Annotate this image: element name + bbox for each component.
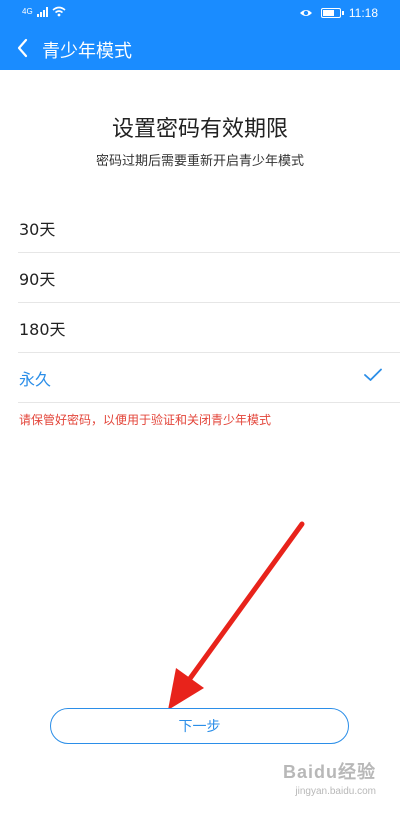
chevron-left-icon	[17, 38, 28, 58]
section-heading: 设置密码有效期限	[111, 117, 288, 142]
page-title: 青少年模式	[42, 41, 132, 62]
app-header: 4G 11:18 青少年模式	[0, 0, 400, 70]
option-label: 永久	[19, 370, 52, 389]
option-permanent[interactable]: 永久	[0, 353, 400, 403]
password-note: 请保管好密码，以便用于验证和关闭青少年模式	[19, 413, 272, 427]
signal-icon	[36, 6, 48, 17]
expiry-options: 30天 90天 180天 永久	[0, 203, 400, 403]
next-button[interactable]: 下一步	[50, 708, 349, 744]
check-icon	[364, 368, 382, 381]
option-180-days[interactable]: 180天	[0, 303, 400, 353]
option-90-days[interactable]: 90天	[0, 253, 400, 303]
back-button[interactable]	[12, 33, 42, 63]
status-time: 11:18	[348, 6, 378, 20]
watermark-url: jingyan.baidu.com	[295, 786, 376, 797]
option-label: 30天	[19, 220, 56, 239]
wifi-icon	[52, 6, 66, 17]
status-bar: 4G 11:18	[0, 0, 400, 27]
network-type: 4G	[22, 7, 33, 16]
watermark-brand: Baidu经验	[282, 762, 376, 782]
watermark: Baidu经验 jingyan.baidu.com	[283, 758, 376, 797]
option-label: 90天	[19, 270, 56, 289]
battery-icon	[320, 8, 344, 18]
title-bar: 青少年模式	[0, 27, 400, 70]
option-30-days[interactable]: 30天	[0, 203, 400, 253]
divider	[18, 402, 400, 403]
option-label: 180天	[19, 320, 66, 339]
section-subheading: 密码过期后需要重新开启青少年模式	[95, 154, 304, 169]
eye-icon	[299, 10, 312, 16]
